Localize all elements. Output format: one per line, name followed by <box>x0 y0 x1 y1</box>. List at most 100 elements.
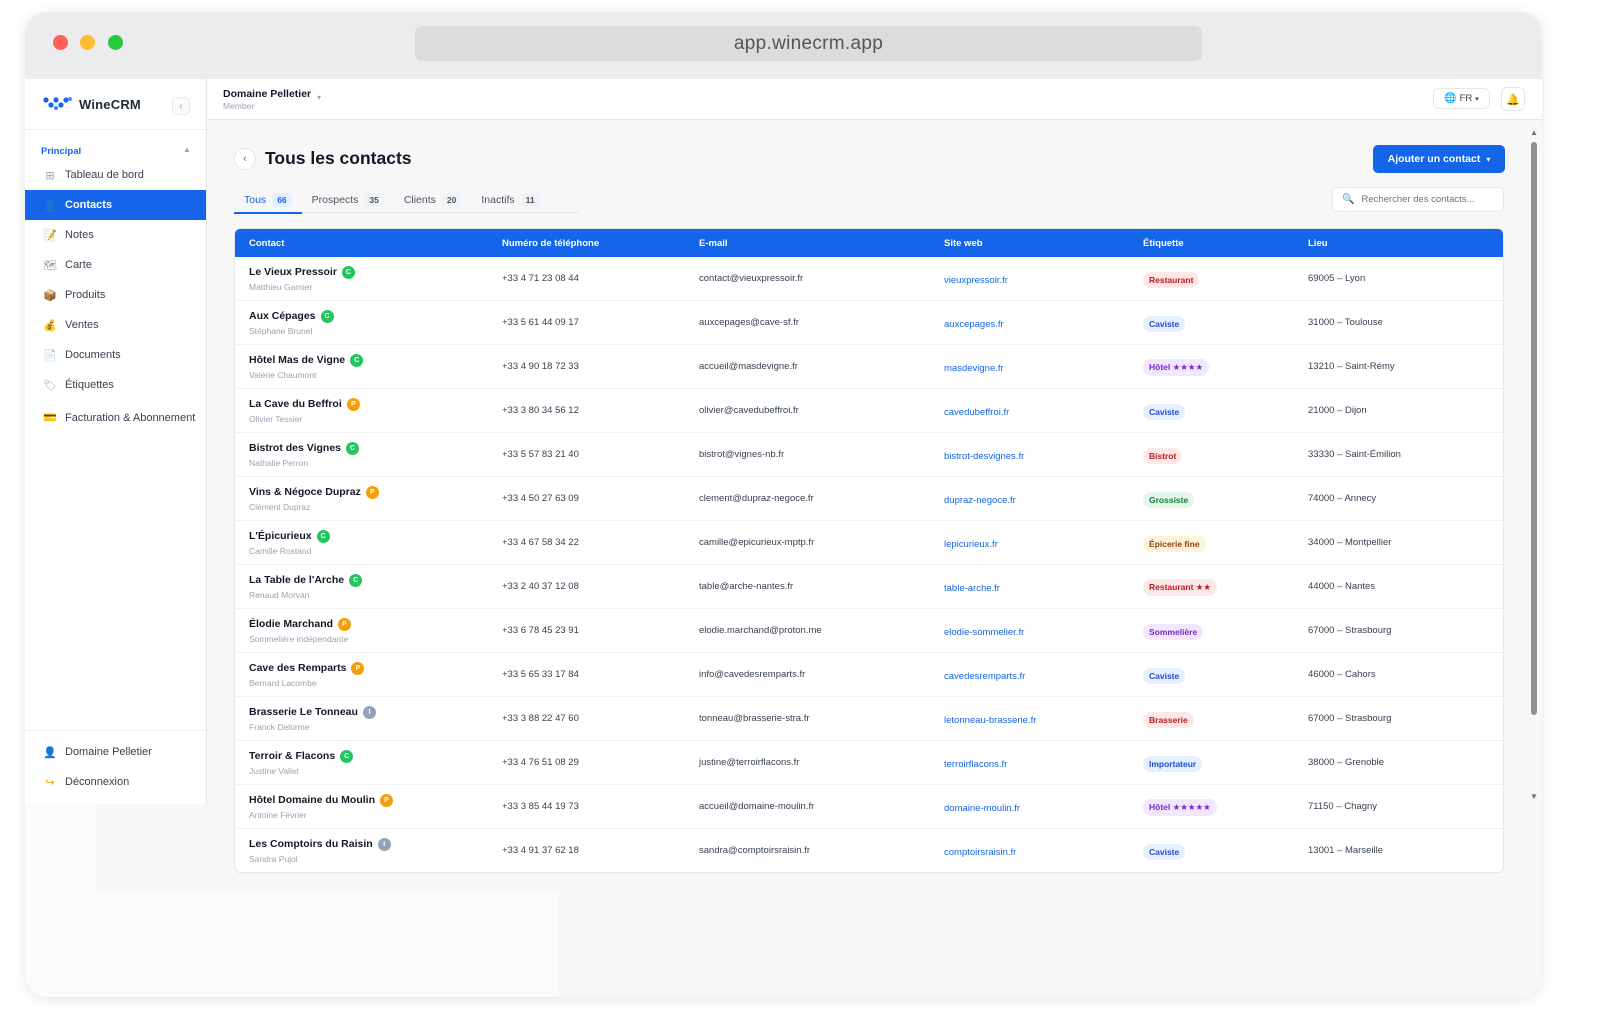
sidebar-item-deconnexion[interactable]: ↪ Déconnexion <box>25 767 207 797</box>
website-link[interactable]: letonneau-brasserie.fr <box>944 715 1036 726</box>
sidebar-item-label: Carte <box>65 259 92 271</box>
website-link[interactable]: masdevigne.fr <box>944 363 1004 374</box>
table-row[interactable]: Aux Cépages C Stéphane Brunel +33 5 61 44 0… <box>235 301 1503 345</box>
scrollbar[interactable]: ▲ ▼ <box>1530 128 1538 848</box>
contact-name[interactable]: La Table de l'Arche <box>249 574 344 586</box>
back-button[interactable]: ‹ <box>234 148 256 170</box>
contact-cell[interactable]: La Table de l'Arche C Renaud Morvan <box>235 573 502 600</box>
website-link[interactable]: dupraz-negoce.fr <box>944 495 1016 506</box>
sidebar-item-etiquettes[interactable]: 🏷 Étiquettes <box>25 370 206 400</box>
contact-cell[interactable]: Vins & Négoce Dupraz P Clément Dupraz <box>235 485 502 512</box>
contact-name[interactable]: Aux Cépages <box>249 310 316 322</box>
website-link[interactable]: bistrot-desvignes.fr <box>944 451 1024 462</box>
contact-cell[interactable]: La Cave du Beffroi P Olivier Tessier <box>235 397 502 424</box>
contact-name[interactable]: Hôtel Domaine du Moulin <box>249 794 375 806</box>
minimize-window-button[interactable] <box>80 35 95 50</box>
contact-cell[interactable]: Le Vieux Pressoir C Matthieu Garnier <box>235 265 502 292</box>
sidebar-item-notes[interactable]: 📝 Notes <box>25 220 206 250</box>
language-selector[interactable]: 🌐 FR ▾ <box>1433 88 1490 109</box>
contact-name[interactable]: Le Vieux Pressoir <box>249 266 337 278</box>
email-cell: clement@dupraz-negoce.fr <box>699 493 814 504</box>
column-header[interactable]: Lieu <box>1308 238 1498 249</box>
contact-name[interactable]: Les Comptoirs du Raisin <box>249 838 373 850</box>
sidebar-item-produits[interactable]: 📦 Produits <box>25 280 206 310</box>
contact-cell[interactable]: Hôtel Mas de Vigne C Valérie Chaumont <box>235 353 502 380</box>
scroll-up-icon[interactable]: ▲ <box>1530 128 1538 137</box>
contact-cell[interactable]: Brasserie Le Tonneau I Franck Delorme <box>235 705 502 732</box>
contact-cell[interactable]: L'Épicurieux C Camille Rostand <box>235 529 502 556</box>
collapse-sidebar-button[interactable]: ‹ <box>172 97 190 115</box>
tab-inactifs[interactable]: Inactifs 11 <box>471 186 549 213</box>
table-row[interactable]: Élodie Marchand P Sommelière indépendante +… <box>235 609 1503 653</box>
organization-name[interactable]: Domaine Pelletier <box>223 88 311 100</box>
maximize-window-button[interactable] <box>108 35 123 50</box>
column-header[interactable]: Étiquette <box>1143 238 1308 249</box>
tab-tous[interactable]: Tous 66 <box>234 186 302 214</box>
table-row[interactable]: Hôtel Domaine du Moulin P Antoine Février +… <box>235 785 1503 829</box>
search-box[interactable]: 🔍 <box>1332 187 1504 212</box>
website-link[interactable]: auxcepages.fr <box>944 319 1004 330</box>
contact-name[interactable]: Terroir & Flacons <box>249 750 335 762</box>
table-row[interactable]: Bistrot des Vignes C Nathalie Perron +33 5 … <box>235 433 1503 477</box>
contact-name[interactable]: Vins & Négoce Dupraz <box>249 486 361 498</box>
website-link[interactable]: table-arche.fr <box>944 583 1000 594</box>
notifications-button[interactable]: 🔔 <box>1501 87 1525 111</box>
website-link[interactable]: lepicurieux.fr <box>944 539 998 550</box>
sidebar-item-tableau-de-bord[interactable]: ⊞ Tableau de bord <box>25 160 206 190</box>
website-link[interactable]: vieuxpressoir.fr <box>944 275 1008 286</box>
website-link[interactable]: cavedesremparts.fr <box>944 671 1025 682</box>
website-link[interactable]: terroirflacons.fr <box>944 759 1007 770</box>
sidebar-item-ventes[interactable]: 💰 Ventes <box>25 310 206 340</box>
sidebar-item-domaine-pelletier[interactable]: 👤 Domaine Pelletier <box>25 737 207 767</box>
table-row[interactable]: Terroir & Flacons C Justine Vallet +33 4 76… <box>235 741 1503 785</box>
contact-cell[interactable]: Aux Cépages C Stéphane Brunel <box>235 309 502 336</box>
search-input[interactable] <box>1361 194 1502 205</box>
chevron-down-icon[interactable]: ▾ <box>317 93 321 102</box>
table-row[interactable]: Hôtel Mas de Vigne C Valérie Chaumont +33 4… <box>235 345 1503 389</box>
contact-name[interactable]: Bistrot des Vignes <box>249 442 341 454</box>
sidebar-item-contacts[interactable]: 👤 Contacts <box>25 190 206 220</box>
tab-count-badge: 66 <box>272 192 292 207</box>
website-link[interactable]: comptoirsraisin.fr <box>944 847 1016 858</box>
table-row[interactable]: La Cave du Beffroi P Olivier Tessier +33 3 … <box>235 389 1503 433</box>
tag-badge: Bistrot <box>1143 447 1183 464</box>
contact-name[interactable]: Hôtel Mas de Vigne <box>249 354 345 366</box>
contact-cell[interactable]: Les Comptoirs du Raisin I Sandra Pujol <box>235 837 502 864</box>
sidebar-item-carte[interactable]: 🗺 Carte <box>25 250 206 280</box>
tab-clients[interactable]: Clients 20 <box>394 186 472 213</box>
contact-name[interactable]: Élodie Marchand <box>249 618 333 630</box>
tab-prospects[interactable]: Prospects 35 <box>302 186 394 213</box>
contact-name[interactable]: Cave des Remparts <box>249 662 346 674</box>
table-row[interactable]: Cave des Remparts P Bernard Lacombe +33 5 6… <box>235 653 1503 697</box>
add-contact-button[interactable]: Ajouter un contact ▾ <box>1373 145 1505 173</box>
contact-cell[interactable]: Hôtel Domaine du Moulin P Antoine Février <box>235 793 502 820</box>
sidebar-item-facturation-abonnement[interactable]: 💳 Facturation & Abonnement <box>25 400 206 436</box>
column-header[interactable]: Numéro de téléphone <box>502 238 699 249</box>
address-bar[interactable]: app.winecrm.app <box>415 26 1202 61</box>
contact-name[interactable]: La Cave du Beffroi <box>249 398 342 410</box>
contact-cell[interactable]: Cave des Remparts P Bernard Lacombe <box>235 661 502 688</box>
scrollbar-thumb[interactable] <box>1531 142 1537 715</box>
column-header[interactable]: E-mail <box>699 238 944 249</box>
table-row[interactable]: Vins & Négoce Dupraz P Clément Dupraz +33 4… <box>235 477 1503 521</box>
contact-cell[interactable]: Bistrot des Vignes C Nathalie Perron <box>235 441 502 468</box>
table-row[interactable]: La Table de l'Arche C Renaud Morvan +33 2 4… <box>235 565 1503 609</box>
table-row[interactable]: Le Vieux Pressoir C Matthieu Garnier +33 4 … <box>235 257 1503 301</box>
website-link[interactable]: domaine-moulin.fr <box>944 803 1020 814</box>
contact-cell[interactable]: Terroir & Flacons C Justine Vallet <box>235 749 502 776</box>
scroll-down-icon[interactable]: ▼ <box>1530 792 1538 801</box>
table-row[interactable]: L'Épicurieux C Camille Rostand +33 4 67 58 … <box>235 521 1503 565</box>
contact-cell[interactable]: Élodie Marchand P Sommelière indépendante <box>235 617 502 644</box>
close-window-button[interactable] <box>53 35 68 50</box>
table-row[interactable]: Brasserie Le Tonneau I Franck Delorme +33 3… <box>235 697 1503 741</box>
sidebar-item-documents[interactable]: 📄 Documents <box>25 340 206 370</box>
website-link[interactable]: cavedubeffroi.fr <box>944 407 1009 418</box>
status-badge: C <box>316 529 330 543</box>
contact-name[interactable]: Brasserie Le Tonneau <box>249 706 358 718</box>
column-header[interactable]: Site web <box>944 238 1143 249</box>
table-row[interactable]: Les Comptoirs du Raisin I Sandra Pujol +33 … <box>235 829 1503 872</box>
contact-name[interactable]: L'Épicurieux <box>249 530 312 542</box>
website-link[interactable]: elodie-sommelier.fr <box>944 627 1024 638</box>
sidebar-section-header[interactable]: Principal ▲ <box>25 142 206 160</box>
column-header[interactable]: Contact <box>235 238 502 249</box>
